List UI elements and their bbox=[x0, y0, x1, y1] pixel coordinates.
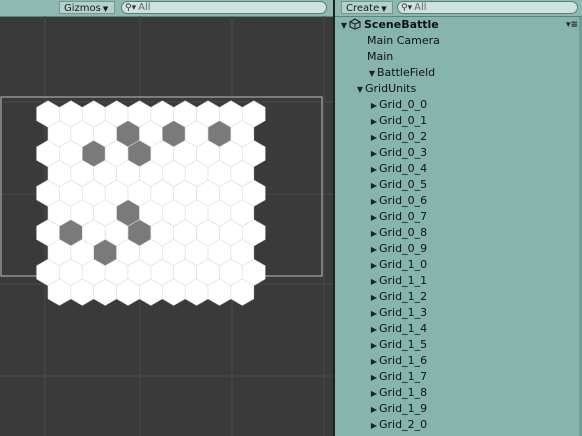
hierarchy-item-label: Grid_0_9 bbox=[379, 242, 428, 255]
hierarchy-item[interactable]: ▶ Grid_0_7 bbox=[335, 209, 582, 225]
collapse-arrow-icon[interactable]: ▶ bbox=[369, 114, 379, 130]
hierarchy-item-label: Grid_1_3 bbox=[379, 306, 428, 319]
scene-search-input[interactable]: ⚲▾ All bbox=[121, 1, 327, 14]
hierarchy-item[interactable]: ▶ Grid_0_5 bbox=[335, 177, 582, 193]
scene-options-icon[interactable]: ▾≡ bbox=[566, 17, 578, 33]
hierarchy-item[interactable]: ▶ Grid_1_2 bbox=[335, 289, 582, 305]
collapse-arrow-icon[interactable]: ▶ bbox=[369, 162, 379, 178]
scene-canvas[interactable] bbox=[0, 16, 333, 436]
scene-search-placeholder: All bbox=[138, 2, 151, 13]
hierarchy-item[interactable]: ▼ BattleField bbox=[335, 65, 582, 81]
hierarchy-item[interactable]: ▶ Grid_1_5 bbox=[335, 337, 582, 353]
collapse-arrow-icon[interactable]: ▶ bbox=[369, 418, 379, 434]
collapse-arrow-icon[interactable]: ▶ bbox=[369, 274, 379, 290]
scene-toolbar: Gizmos ▼ ⚲▾ All bbox=[0, 0, 333, 17]
hierarchy-search-input[interactable]: ⚲▾ All bbox=[397, 1, 578, 14]
hierarchy-item-label: Grid_1_9 bbox=[379, 402, 428, 415]
collapse-arrow-icon[interactable]: ▶ bbox=[369, 354, 379, 370]
collapse-arrow-icon[interactable]: ▶ bbox=[369, 322, 379, 338]
hierarchy-item-label: Main Camera bbox=[367, 34, 440, 47]
hierarchy-item[interactable]: ▶ Grid_2_0 bbox=[335, 417, 582, 433]
hierarchy-item[interactable]: ▶ Grid_0_4 bbox=[335, 161, 582, 177]
hex-grid bbox=[36, 100, 266, 306]
unity-scene-icon bbox=[349, 18, 361, 30]
expand-arrow-icon[interactable]: ▼ bbox=[355, 82, 365, 98]
collapse-arrow-icon[interactable]: ▶ bbox=[369, 386, 379, 402]
hierarchy-item-label: Grid_0_7 bbox=[379, 210, 428, 223]
collapse-arrow-icon[interactable]: ▶ bbox=[369, 370, 379, 386]
collapse-arrow-icon[interactable]: ▶ bbox=[369, 306, 379, 322]
hierarchy-item[interactable]: ▶ Grid_1_9 bbox=[335, 401, 582, 417]
scene-name: SceneBattle bbox=[364, 18, 439, 31]
dropdown-arrow-icon: ▼ bbox=[381, 5, 387, 13]
hierarchy-panel: Create ▼ ⚲▾ All ▼ SceneBattle ▾≡ Main Camer… bbox=[335, 0, 582, 436]
collapse-arrow-icon[interactable]: ▶ bbox=[369, 290, 379, 306]
collapse-arrow-icon[interactable]: ▶ bbox=[369, 242, 379, 258]
hierarchy-item-label: Grid_1_5 bbox=[379, 338, 428, 351]
create-dropdown[interactable]: Create ▼ bbox=[341, 1, 393, 14]
gizmos-label: Gizmos bbox=[64, 3, 101, 14]
collapse-arrow-icon[interactable]: ▶ bbox=[369, 402, 379, 418]
hierarchy-item[interactable]: ▶ Grid_0_9 bbox=[335, 241, 582, 257]
hierarchy-item-label: Grid_1_8 bbox=[379, 386, 428, 399]
hierarchy-item[interactable]: ▼ GridUnits bbox=[335, 81, 582, 97]
hierarchy-item-label: Grid_0_4 bbox=[379, 162, 428, 175]
hierarchy-item-label: Grid_2_0 bbox=[379, 418, 428, 431]
collapse-arrow-icon[interactable]: ▶ bbox=[369, 226, 379, 242]
scene-view[interactable]: Gizmos ▼ ⚲▾ All bbox=[0, 0, 333, 436]
hierarchy-item-label: Grid_1_6 bbox=[379, 354, 428, 367]
expand-arrow-icon[interactable]: ▼ bbox=[367, 66, 377, 82]
hierarchy-item[interactable]: ▶ Grid_0_8 bbox=[335, 225, 582, 241]
collapse-arrow-icon[interactable]: ▶ bbox=[369, 178, 379, 194]
hierarchy-item-label: Grid_1_7 bbox=[379, 370, 428, 383]
hierarchy-item-label: Grid_0_3 bbox=[379, 146, 428, 159]
hierarchy-item-label: Grid_1_1 bbox=[379, 274, 428, 287]
scene-root-row[interactable]: ▼ SceneBattle ▾≡ bbox=[335, 17, 582, 33]
expand-arrow-icon[interactable]: ▼ bbox=[339, 18, 349, 34]
hierarchy-item[interactable]: ▶ Grid_1_0 bbox=[335, 257, 582, 273]
hierarchy-item-label: Grid_0_2 bbox=[379, 130, 428, 143]
hierarchy-item-label: BattleField bbox=[377, 66, 436, 79]
hierarchy-item-label: Grid_1_4 bbox=[379, 322, 428, 335]
hierarchy-item[interactable]: ▶ Grid_0_2 bbox=[335, 129, 582, 145]
hierarchy-item-label: Grid_1_0 bbox=[379, 258, 428, 271]
hierarchy-item[interactable]: ▶ Grid_1_6 bbox=[335, 353, 582, 369]
hierarchy-search-placeholder: All bbox=[414, 2, 427, 13]
collapse-arrow-icon[interactable]: ▶ bbox=[369, 210, 379, 226]
search-icon: ⚲▾ bbox=[401, 3, 413, 13]
hierarchy-item-label: GridUnits bbox=[365, 82, 417, 95]
collapse-arrow-icon[interactable]: ▶ bbox=[369, 194, 379, 210]
create-label: Create bbox=[346, 3, 380, 14]
hierarchy-item[interactable]: ▶ Grid_0_3 bbox=[335, 145, 582, 161]
hierarchy-item-label: Main bbox=[367, 50, 394, 63]
hierarchy-item-label: Grid_0_1 bbox=[379, 114, 428, 127]
hierarchy-item[interactable]: ▶ Grid_1_8 bbox=[335, 385, 582, 401]
collapse-arrow-icon[interactable]: ▶ bbox=[369, 146, 379, 162]
hierarchy-item[interactable]: ▶ Grid_1_4 bbox=[335, 321, 582, 337]
hierarchy-item[interactable]: ▶ Grid_0_1 bbox=[335, 113, 582, 129]
hierarchy-item[interactable]: ▶ Grid_0_6 bbox=[335, 193, 582, 209]
hierarchy-item-label: Grid_0_6 bbox=[379, 194, 428, 207]
collapse-arrow-icon[interactable]: ▶ bbox=[369, 130, 379, 146]
hierarchy-item[interactable]: ▶ Grid_0_0 bbox=[335, 97, 582, 113]
dropdown-arrow-icon: ▼ bbox=[102, 5, 109, 13]
collapse-arrow-icon[interactable]: ▶ bbox=[369, 258, 379, 274]
hierarchy-toolbar: Create ▼ ⚲▾ All bbox=[335, 0, 582, 17]
hierarchy-item-label: Grid_0_0 bbox=[379, 98, 428, 111]
hierarchy-item[interactable]: ▶ Grid_1_7 bbox=[335, 369, 582, 385]
gizmos-dropdown[interactable]: Gizmos ▼ bbox=[59, 1, 115, 14]
search-icon: ⚲▾ bbox=[125, 3, 137, 13]
collapse-arrow-icon[interactable]: ▶ bbox=[369, 338, 379, 354]
hierarchy-item[interactable]: Main bbox=[335, 49, 582, 65]
collapse-arrow-icon[interactable]: ▶ bbox=[369, 98, 379, 114]
hierarchy-item[interactable]: ▶ Grid_1_1 bbox=[335, 273, 582, 289]
hierarchy-item-label: Grid_0_8 bbox=[379, 226, 428, 239]
hierarchy-item-label: Grid_1_2 bbox=[379, 290, 428, 303]
hierarchy-item-label: Grid_0_5 bbox=[379, 178, 428, 191]
hierarchy-item[interactable]: ▶ Grid_1_3 bbox=[335, 305, 582, 321]
hierarchy-item[interactable]: Main Camera bbox=[335, 33, 582, 49]
